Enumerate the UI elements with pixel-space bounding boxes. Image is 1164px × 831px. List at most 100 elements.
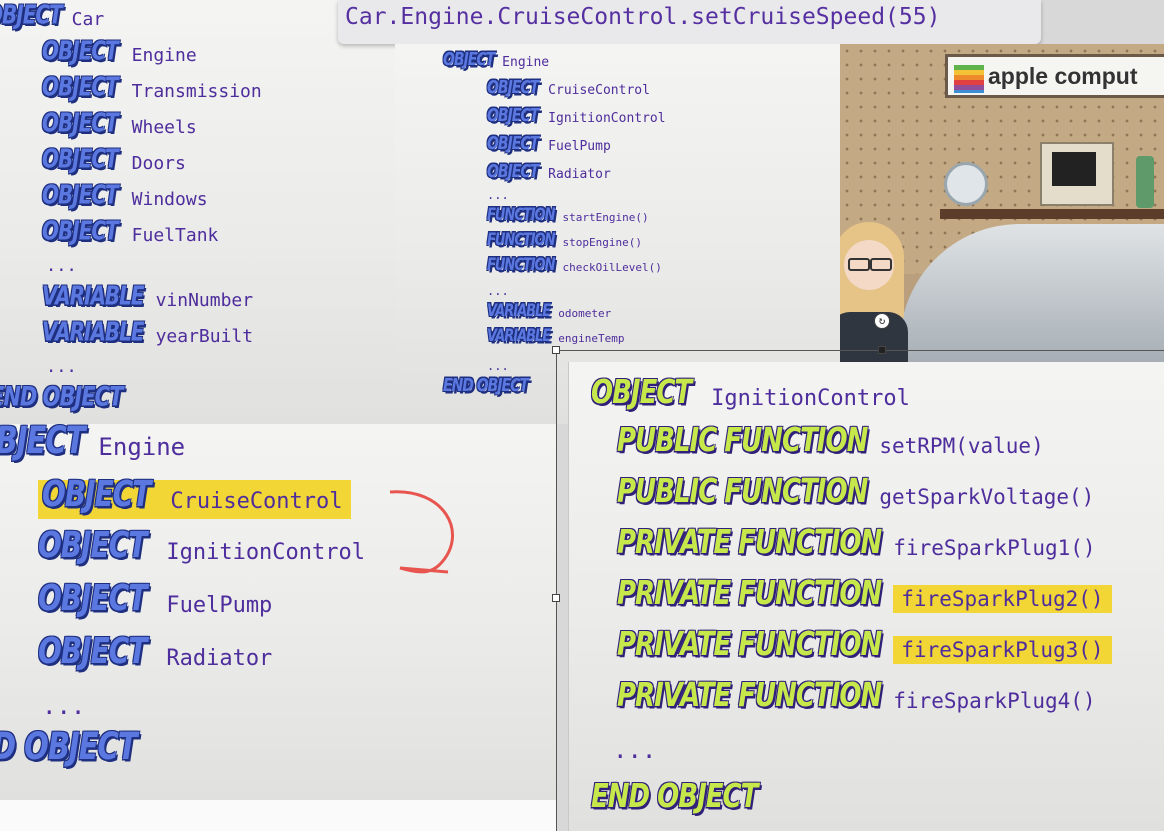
function-keyword: PUBLIC FUNCTION	[617, 421, 868, 460]
engine-large-object: OBJECT IgnitionControl	[38, 524, 366, 566]
fan-icon	[944, 162, 988, 206]
function-name: fireSparkPlug1()	[893, 536, 1096, 560]
object-keyword: OBJECT	[42, 215, 119, 246]
object-keyword: OBJECT	[38, 523, 147, 566]
ignition-control-slide[interactable]: OBJECT IgnitionControl ... END OBJECT PU…	[568, 362, 1164, 831]
selection-border-top[interactable]	[556, 350, 1164, 351]
car-member-variable: VARIABLE vinNumber	[42, 280, 254, 311]
member-name: IgnitionControl	[548, 111, 666, 126]
white-strip	[0, 800, 557, 831]
car-member-variable: VARIABLE yearBuilt	[42, 316, 254, 347]
variable-keyword: VARIABLE	[42, 316, 145, 347]
variable-name: vinNumber	[155, 290, 254, 311]
bottle-icon	[1136, 156, 1154, 208]
desk	[940, 209, 1164, 219]
engine-small-function: FUNCTION checkOilLevel()	[487, 256, 662, 275]
variable-keyword: VARIABLE	[487, 326, 551, 346]
code-bar: Car.Engine.CruiseControl.setCruiseSpeed(…	[338, 0, 1041, 44]
resize-handle-top-left[interactable]	[552, 346, 560, 354]
member-name: CruiseControl	[548, 83, 650, 98]
object-keyword: OBJECT	[42, 472, 151, 515]
object-name: IgnitionControl	[711, 386, 910, 411]
object-name: Car	[71, 9, 105, 30]
car-member-object: OBJECT Wheels	[42, 107, 197, 138]
variable-keyword: VARIABLE	[487, 301, 551, 321]
selection-border-left[interactable]	[556, 350, 557, 831]
function-name: fireSparkPlug3()	[893, 636, 1112, 664]
ignition-function: PRIVATE FUNCTION fireSparkPlug1()	[617, 524, 1096, 562]
sign-text: apple comput	[988, 62, 1138, 89]
function-keyword: FUNCTION	[487, 205, 555, 225]
ignition-header: OBJECT IgnitionControl	[591, 374, 910, 412]
object-keyword: OBJECT	[42, 179, 119, 210]
ignition-function: PRIVATE FUNCTION fireSparkPlug2()	[617, 575, 1112, 613]
object-keyword: OBJECT	[0, 0, 63, 30]
engine-small-variable: VARIABLE odometer	[487, 302, 612, 321]
ignition-function: PUBLIC FUNCTION setRPM(value)	[617, 422, 1044, 460]
ignition-end: END OBJECT	[591, 778, 758, 816]
ignition-function: PRIVATE FUNCTION fireSparkPlug3()	[617, 626, 1112, 664]
function-name: getSparkVoltage()	[879, 485, 1095, 509]
engine-object-slide-large[interactable]: OBJECT Engine ... D OBJECT OBJECT CruiseC…	[0, 424, 557, 800]
function-keyword: FUNCTION	[487, 255, 555, 275]
function-keyword: PRIVATE FUNCTION	[617, 574, 882, 613]
apple-logo-icon	[954, 65, 984, 93]
engine-large-object: OBJECT FuelPump	[38, 577, 273, 619]
function-name: setRPM(value)	[879, 434, 1044, 458]
resize-handle-middle-left[interactable]	[552, 594, 560, 602]
computer-monitor-icon	[1040, 142, 1114, 206]
ignition-dots: ...	[613, 736, 657, 764]
end-object-keyword: END OBJECT	[0, 381, 123, 412]
object-keyword: OBJECT	[0, 424, 85, 462]
car-header: OBJECT Car	[0, 0, 105, 30]
object-keyword: OBJECT	[487, 133, 539, 154]
object-keyword: OBJECT	[42, 107, 119, 138]
function-name: checkOilLevel()	[562, 261, 662, 274]
object-keyword: OBJECT	[487, 77, 539, 98]
engine-large-end: D OBJECT	[0, 724, 138, 768]
ignition-function: PRIVATE FUNCTION fireSparkPlug4()	[617, 677, 1096, 715]
member-name: Engine	[131, 45, 197, 66]
car-member-object: OBJECT Transmission	[42, 71, 262, 102]
member-name: FuelPump	[166, 593, 273, 618]
member-name: IgnitionControl	[166, 540, 366, 565]
function-name: startEngine()	[562, 211, 649, 224]
variable-name: odometer	[558, 307, 612, 320]
function-name: fireSparkPlug4()	[893, 689, 1096, 713]
member-name: Doors	[131, 153, 186, 174]
object-keyword: OBJECT	[487, 105, 539, 126]
rotate-handle-icon[interactable]: ↻	[874, 313, 890, 329]
apple-sign: apple comput	[945, 54, 1164, 98]
member-name: Windows	[131, 189, 208, 210]
object-keyword: OBJECT	[591, 373, 692, 412]
function-keyword: PRIVATE FUNCTION	[617, 523, 882, 562]
object-keyword: OBJECT	[38, 629, 147, 672]
link-arrow-icon	[389, 490, 454, 574]
variable-keyword: VARIABLE	[42, 280, 145, 311]
object-keyword: OBJECT	[42, 143, 119, 174]
engine-large-dots: ...	[42, 692, 86, 720]
variable-name: yearBuilt	[155, 326, 254, 347]
engine-small-object: OBJECT Radiator	[487, 162, 611, 182]
engine-small-end: END OBJECT	[443, 376, 529, 396]
object-keyword: OBJECT	[42, 35, 119, 66]
member-name: Wheels	[131, 117, 197, 138]
function-name: stopEngine()	[562, 236, 642, 249]
resize-handle-top-middle[interactable]	[878, 346, 886, 354]
object-keyword: OBJECT	[38, 576, 147, 619]
car-dots-1: ...	[46, 256, 77, 276]
car-member-object: OBJECT Doors	[42, 143, 186, 174]
end-object-keyword: D OBJECT	[0, 724, 138, 768]
engine-small-dots-1: ...	[487, 188, 509, 202]
object-keyword: OBJECT	[443, 49, 495, 70]
end-object-keyword: END OBJECT	[443, 375, 529, 396]
end-object-keyword: END OBJECT	[591, 777, 758, 816]
engine-large-header: OBJECT Engine	[0, 424, 185, 462]
character-avatar	[840, 222, 914, 374]
member-name: Radiator	[166, 646, 273, 671]
car-object-slide[interactable]: OBJECT Car ... ... END OBJECT OBJECT Engi…	[0, 0, 395, 425]
member-name: Radiator	[548, 167, 611, 182]
object-keyword: OBJECT	[42, 71, 119, 102]
engine-small-function: FUNCTION stopEngine()	[487, 231, 642, 250]
engine-small-header: OBJECT Engine	[443, 50, 549, 70]
